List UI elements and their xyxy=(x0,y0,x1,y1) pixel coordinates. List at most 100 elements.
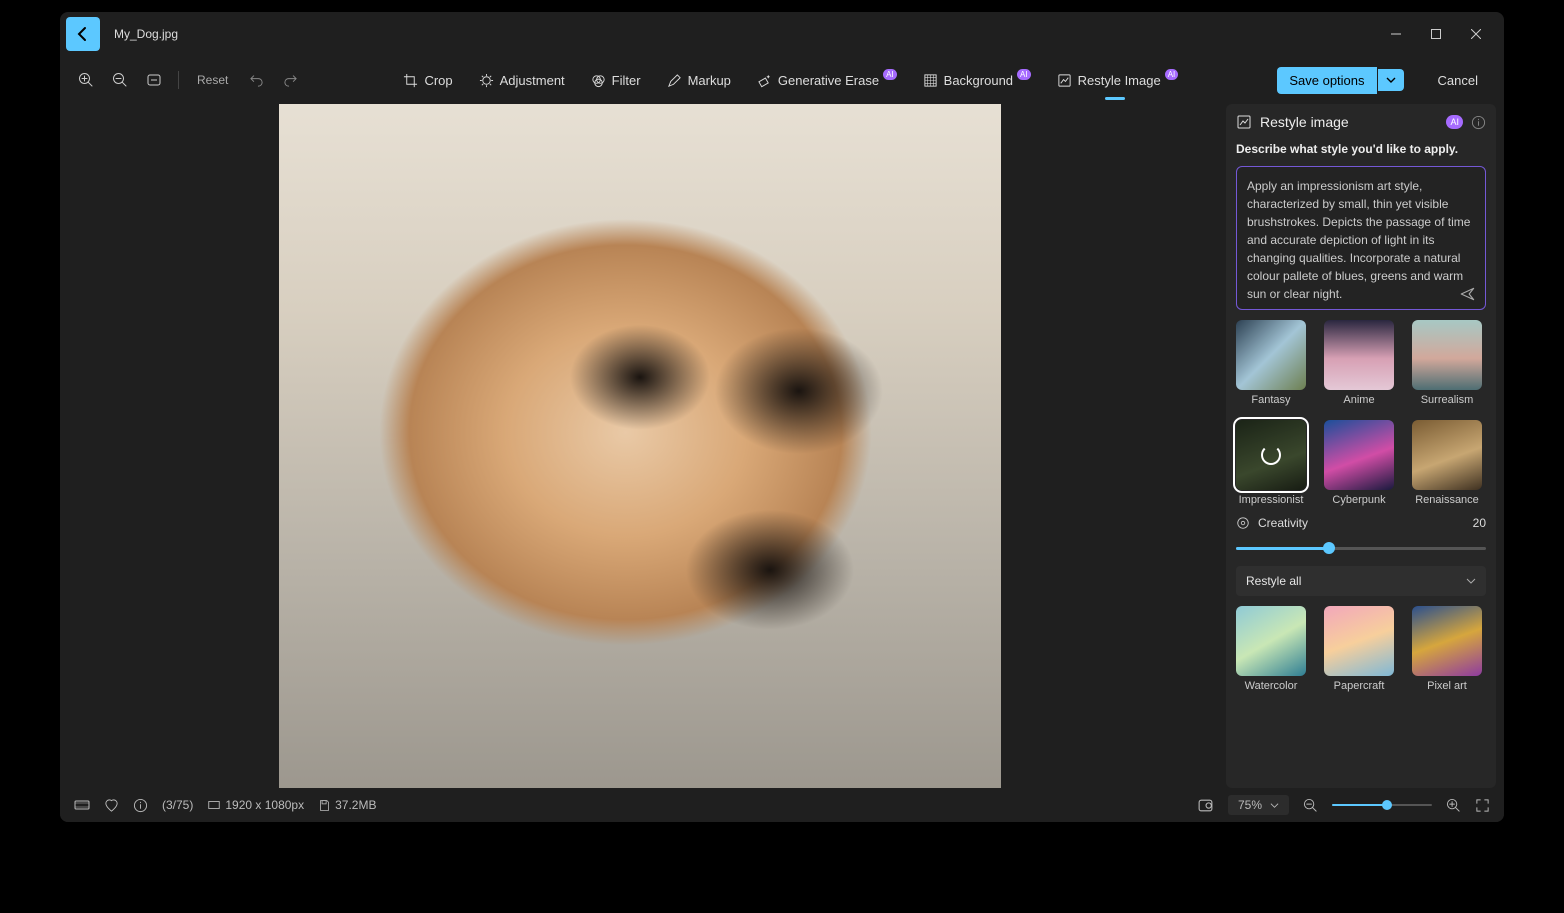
restyle-all-label: Restyle all xyxy=(1246,574,1301,588)
zoom-slider[interactable] xyxy=(1332,799,1432,811)
save-options-dropdown[interactable] xyxy=(1378,69,1404,91)
style-renaissance[interactable]: Renaissance xyxy=(1412,420,1482,506)
filmstrip-icon xyxy=(74,797,90,813)
style-thumb xyxy=(1412,420,1482,490)
style-thumb xyxy=(1236,606,1306,676)
ai-badge: AI xyxy=(1165,69,1179,80)
cancel-button[interactable]: Cancel xyxy=(1424,67,1492,94)
redo-button[interactable] xyxy=(276,66,304,94)
fit-view-button[interactable] xyxy=(140,66,168,94)
restyle-panel: Restyle image AI Describe what style you… xyxy=(1226,104,1496,788)
app-window: My_Dog.jpg Reset xyxy=(60,12,1504,822)
zoom-in-button-status[interactable] xyxy=(1446,798,1461,813)
style-label: Papercraft xyxy=(1334,680,1385,692)
background-tool[interactable]: Background AI xyxy=(921,67,1033,94)
style-label: Pixel art xyxy=(1427,680,1467,692)
style-thumb xyxy=(1412,320,1482,390)
style-fantasy[interactable]: Fantasy xyxy=(1236,320,1306,406)
zoom-out-button[interactable] xyxy=(106,66,134,94)
generative-erase-tool-label: Generative Erase xyxy=(778,73,879,88)
fullscreen-icon xyxy=(1475,798,1490,813)
close-button[interactable] xyxy=(1456,18,1496,50)
style-surrealism[interactable]: Surrealism xyxy=(1412,320,1482,406)
zoom-in-icon xyxy=(1446,798,1461,813)
adjustment-icon xyxy=(479,73,494,88)
maximize-button[interactable] xyxy=(1416,18,1456,50)
background-tool-label: Background xyxy=(944,73,1013,88)
style-label: Renaissance xyxy=(1415,494,1479,506)
send-prompt-button[interactable] xyxy=(1459,285,1477,303)
adjustment-tool-label: Adjustment xyxy=(500,73,565,88)
style-label: Watercolor xyxy=(1245,680,1298,692)
filter-tool-label: Filter xyxy=(612,73,641,88)
markup-tool-label: Markup xyxy=(688,73,731,88)
style-watercolor[interactable]: Watercolor xyxy=(1236,606,1306,692)
style-thumb xyxy=(1236,420,1306,490)
fit-icon xyxy=(146,72,162,88)
redo-icon xyxy=(283,73,298,88)
info-button[interactable] xyxy=(133,798,148,813)
save-options-button[interactable]: Save options xyxy=(1277,67,1376,94)
fullscreen-button[interactable] xyxy=(1475,798,1490,813)
reset-button[interactable]: Reset xyxy=(189,69,236,91)
filter-icon xyxy=(591,73,606,88)
creativity-slider[interactable] xyxy=(1236,540,1486,556)
markup-icon xyxy=(667,73,682,88)
creativity-row: Creativity 20 xyxy=(1236,516,1486,530)
filesize-info: 37.2MB xyxy=(318,798,376,812)
crop-tool-label: Crop xyxy=(424,73,452,88)
loading-overlay xyxy=(1236,420,1306,490)
zoom-out-button-status[interactable] xyxy=(1303,798,1318,813)
main-image[interactable] xyxy=(279,104,1001,788)
info-icon xyxy=(1471,115,1486,130)
file-name: My_Dog.jpg xyxy=(114,27,178,41)
compare-icon xyxy=(1197,797,1214,814)
style-papercraft[interactable]: Papercraft xyxy=(1324,606,1394,692)
restyle-image-tool[interactable]: Restyle Image AI xyxy=(1055,67,1181,94)
zoom-value: 75% xyxy=(1238,798,1262,812)
disk-icon xyxy=(318,799,331,812)
panel-header: Restyle image AI xyxy=(1236,114,1486,130)
arrow-left-icon xyxy=(75,26,91,42)
describe-label: Describe what style you'd like to apply. xyxy=(1236,142,1486,156)
zoom-in-button[interactable] xyxy=(72,66,100,94)
maximize-icon xyxy=(1431,29,1441,39)
back-button[interactable] xyxy=(66,17,100,51)
style-thumb xyxy=(1324,606,1394,676)
heart-icon xyxy=(104,798,119,813)
compare-button[interactable] xyxy=(1197,797,1214,814)
prompt-textarea[interactable]: Apply an impressionism art style, charac… xyxy=(1236,166,1486,310)
canvas-area xyxy=(60,104,1220,788)
minimize-button[interactable] xyxy=(1376,18,1416,50)
creativity-icon xyxy=(1236,516,1250,530)
style-grid-2: Watercolor Papercraft Pixel art xyxy=(1236,606,1486,692)
favorite-button[interactable] xyxy=(104,798,119,813)
style-label: Anime xyxy=(1343,394,1374,406)
style-label: Surrealism xyxy=(1421,394,1474,406)
style-impressionist[interactable]: Impressionist xyxy=(1236,420,1306,506)
undo-icon xyxy=(249,73,264,88)
style-anime[interactable]: Anime xyxy=(1324,320,1394,406)
send-icon xyxy=(1459,285,1477,303)
dimensions-icon xyxy=(207,798,221,812)
style-label: Cyberpunk xyxy=(1332,494,1385,506)
ai-badge: AI xyxy=(883,69,897,80)
style-pixel-art[interactable]: Pixel art xyxy=(1412,606,1482,692)
zoom-in-icon xyxy=(78,72,94,88)
undo-button[interactable] xyxy=(242,66,270,94)
info-button[interactable] xyxy=(1471,115,1486,130)
minimize-icon xyxy=(1391,29,1401,39)
filter-tool[interactable]: Filter xyxy=(589,67,643,94)
generative-erase-tool[interactable]: Generative Erase AI xyxy=(755,67,899,94)
style-grid-1: Fantasy Anime Surrealism Impres xyxy=(1236,320,1486,506)
page-indicator: (3/75) xyxy=(162,798,193,812)
panel-title: Restyle image xyxy=(1260,114,1438,130)
chevron-down-icon xyxy=(1386,75,1396,85)
style-cyberpunk[interactable]: Cyberpunk xyxy=(1324,420,1394,506)
filmstrip-button[interactable] xyxy=(74,797,90,813)
zoom-dropdown[interactable]: 75% xyxy=(1228,795,1289,815)
adjustment-tool[interactable]: Adjustment xyxy=(477,67,567,94)
crop-tool[interactable]: Crop xyxy=(401,67,454,94)
markup-tool[interactable]: Markup xyxy=(665,67,733,94)
restyle-all-dropdown[interactable]: Restyle all xyxy=(1236,566,1486,596)
